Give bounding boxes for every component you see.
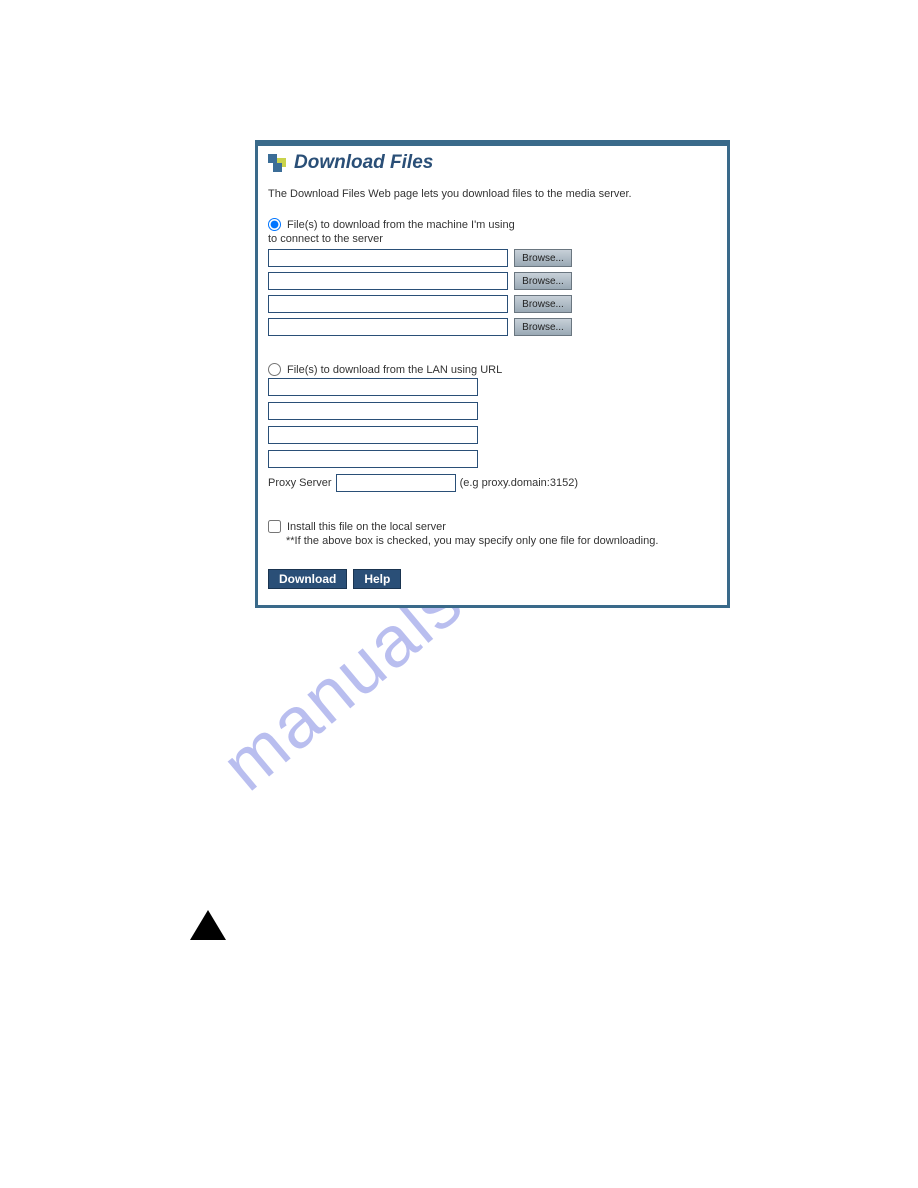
proxy-hint: (e.g proxy.domain:3152): [460, 477, 578, 489]
download-files-dialog: Download Files The Download Files Web pa…: [255, 140, 730, 608]
install-checkbox[interactable]: [268, 520, 281, 533]
url-input-3[interactable]: [268, 426, 478, 444]
browse-button-4[interactable]: Browse...: [514, 318, 572, 336]
dialog-title: Download Files: [294, 152, 433, 174]
url-input-2[interactable]: [268, 402, 478, 420]
browse-button-1[interactable]: Browse...: [514, 249, 572, 267]
file-input-4[interactable]: [268, 318, 508, 336]
title-row: Download Files: [268, 152, 717, 174]
file-input-1[interactable]: [268, 249, 508, 267]
install-label: Install this file on the local server: [287, 521, 446, 533]
proxy-label: Proxy Server: [268, 477, 332, 489]
url-input-4[interactable]: [268, 450, 478, 468]
option-lan-row[interactable]: File(s) to download from the LAN using U…: [268, 363, 717, 376]
browse-button-3[interactable]: Browse...: [514, 295, 572, 313]
url-input-1[interactable]: [268, 378, 478, 396]
option-local-radio[interactable]: [268, 218, 281, 231]
file-row-1: Browse...: [268, 249, 717, 267]
file-row-2: Browse...: [268, 272, 717, 290]
download-button[interactable]: Download: [268, 569, 347, 589]
triangle-up-icon: [190, 910, 226, 940]
proxy-row: Proxy Server (e.g proxy.domain:3152): [268, 474, 717, 492]
install-note: **If the above box is checked, you may s…: [286, 535, 717, 547]
option-lan-radio[interactable]: [268, 363, 281, 376]
file-input-3[interactable]: [268, 295, 508, 313]
install-row[interactable]: Install this file on the local server: [268, 520, 717, 533]
browse-button-2[interactable]: Browse...: [514, 272, 572, 290]
file-row-4: Browse...: [268, 318, 717, 336]
help-button[interactable]: Help: [353, 569, 401, 589]
app-icon: [268, 154, 286, 172]
action-row: Download Help: [268, 569, 717, 589]
option-local-row[interactable]: File(s) to download from the machine I'm…: [268, 218, 717, 231]
option-lan-label: File(s) to download from the LAN using U…: [287, 364, 502, 376]
file-row-3: Browse...: [268, 295, 717, 313]
file-input-2[interactable]: [268, 272, 508, 290]
proxy-input[interactable]: [336, 474, 456, 492]
dialog-body: Download Files The Download Files Web pa…: [258, 146, 727, 605]
intro-text: The Download Files Web page lets you dow…: [268, 188, 717, 200]
option-local-label: File(s) to download from the machine I'm…: [287, 219, 515, 231]
option-local-sublabel: to connect to the server: [268, 233, 717, 245]
